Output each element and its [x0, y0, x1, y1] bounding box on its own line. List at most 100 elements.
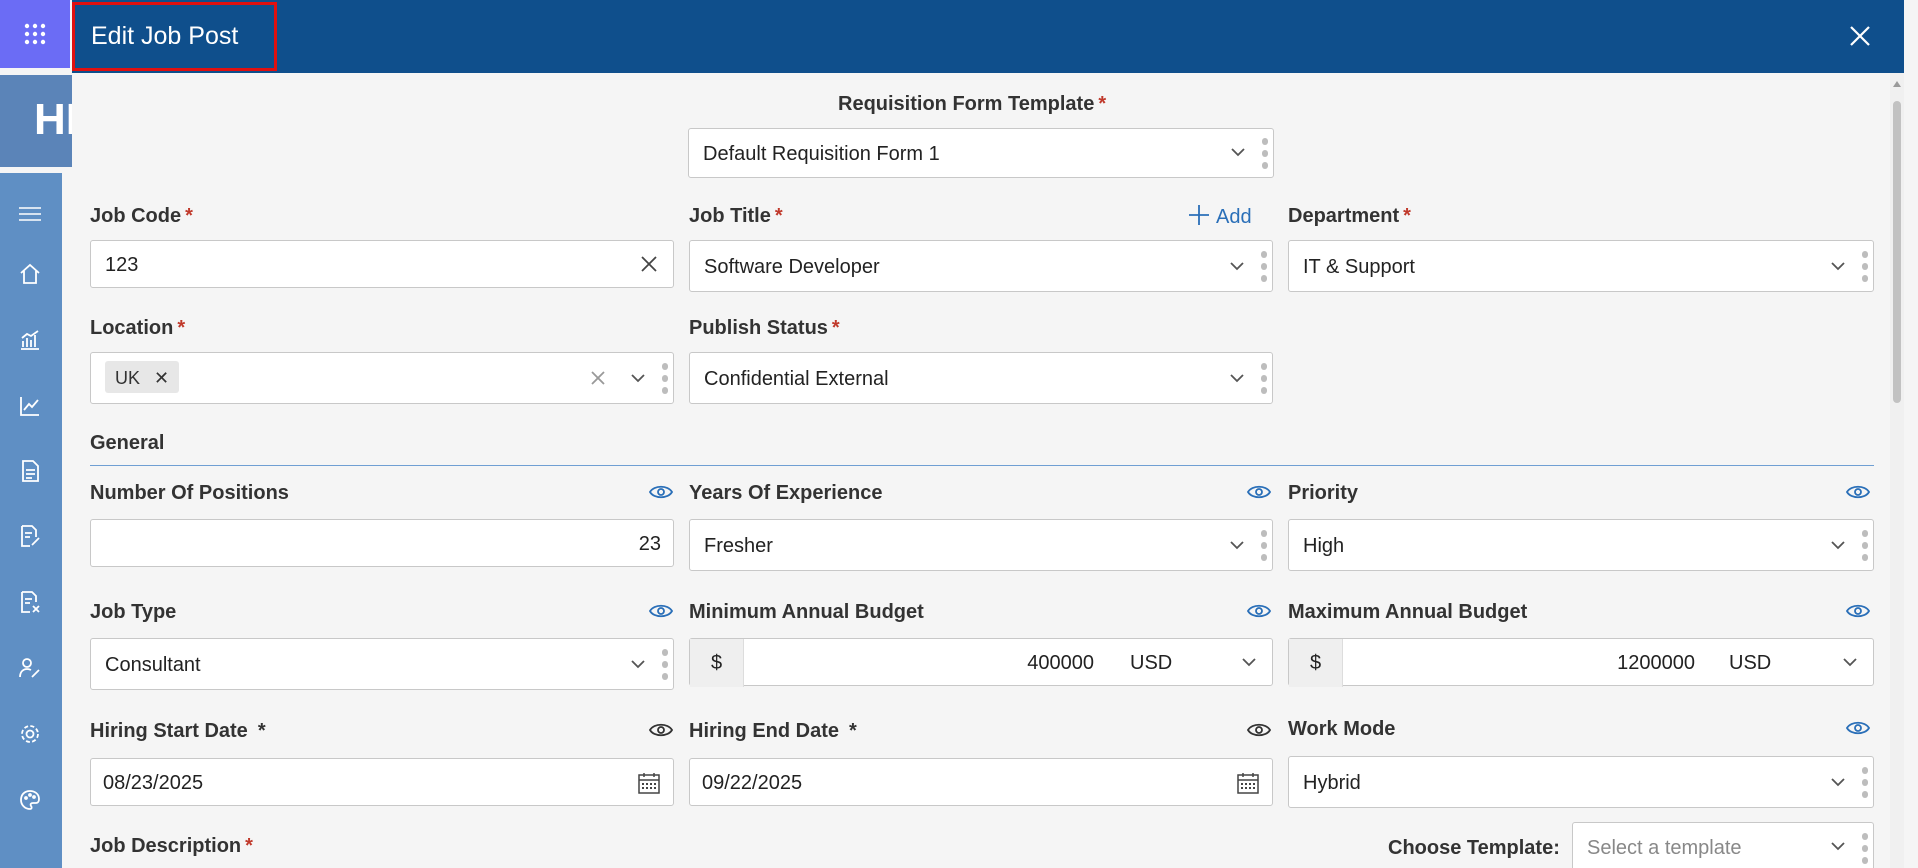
menu-icon[interactable] [17, 201, 43, 227]
document-edit-icon[interactable] [17, 523, 43, 549]
chevron-down-icon [1230, 541, 1244, 550]
eye-icon[interactable] [649, 603, 673, 619]
hiring-end-date-input[interactable]: 09/22/2025 [689, 758, 1273, 806]
close-icon [1850, 26, 1870, 46]
location-multiselect[interactable]: UK ✕ [90, 352, 674, 404]
work-mode-value: Hybrid [1303, 772, 1361, 794]
publish-status-select[interactable]: Confidential External [689, 352, 1273, 404]
number-of-positions-value: 23 [638, 533, 661, 555]
select-scrollbar[interactable] [1259, 359, 1269, 397]
requisition-template-label: Requisition Form Template * [838, 93, 1107, 115]
scroll-up-arrow-icon[interactable] [1893, 81, 1901, 87]
scrollbar-thumb[interactable] [1893, 101, 1901, 403]
priority-select[interactable]: High [1288, 519, 1874, 571]
chevron-down-icon[interactable] [1841, 653, 1859, 671]
close-button[interactable] [1846, 22, 1874, 50]
max-budget-value[interactable]: 1200000 [1617, 652, 1695, 675]
min-budget-currency[interactable]: USD [1130, 652, 1172, 675]
eye-icon[interactable] [1247, 603, 1271, 619]
select-scrollbar[interactable] [1260, 135, 1270, 173]
palette-icon[interactable] [17, 787, 43, 813]
select-scrollbar[interactable] [660, 645, 670, 683]
chevron-down-icon [631, 374, 645, 383]
location-label: Location * [90, 317, 186, 339]
panel-title: Edit Job Post [72, 2, 277, 71]
eye-icon[interactable] [1846, 720, 1870, 736]
hiring-start-value: 08/23/2025 [103, 772, 204, 794]
job-type-select[interactable]: Consultant [90, 638, 674, 690]
panel-header: Edit Job Post [72, 0, 1904, 73]
max-budget-label: Maximum Annual Budget [1288, 601, 1528, 623]
job-title-select[interactable]: Software Developer [689, 240, 1273, 292]
eye-icon[interactable] [1846, 484, 1870, 500]
calendar-icon[interactable] [637, 771, 661, 795]
select-scrollbar[interactable] [1860, 526, 1870, 564]
job-code-input[interactable]: 123 [90, 240, 674, 288]
min-budget-input[interactable]: $ 400000 USD [689, 638, 1273, 687]
hiring-end-label: Hiring End Date * [689, 720, 857, 742]
max-budget-input[interactable]: $ 1200000 USD [1288, 638, 1874, 687]
clear-all-icon[interactable] [589, 369, 607, 387]
choose-template-placeholder: Select a template [1587, 837, 1742, 859]
grid-icon [24, 23, 46, 45]
min-budget-value[interactable]: 400000 [1027, 652, 1094, 675]
app-launcher-button[interactable] [0, 0, 70, 68]
select-scrollbar[interactable] [1259, 247, 1269, 285]
document-icon[interactable] [17, 458, 43, 484]
department-value: IT & Support [1303, 256, 1415, 278]
job-title-label: Job Title * [689, 205, 783, 227]
add-job-title-link[interactable]: Add [1188, 204, 1252, 229]
gear-icon[interactable] [17, 721, 43, 747]
form-content: Requisition Form Template * Default Requi… [72, 73, 1890, 868]
remove-tag-icon[interactable]: ✕ [154, 368, 169, 388]
requisition-template-select[interactable]: Default Requisition Form 1 [688, 128, 1274, 178]
publish-status-label: Publish Status * [689, 317, 840, 339]
chevron-down-icon [1230, 374, 1244, 383]
select-scrollbar[interactable] [1860, 829, 1870, 867]
priority-label: Priority [1288, 482, 1359, 504]
chevron-down-icon[interactable] [1240, 653, 1258, 671]
eye-icon[interactable] [1846, 603, 1870, 619]
job-code-label: Job Code * [90, 205, 193, 227]
chevron-down-icon [1831, 262, 1845, 271]
department-label: Department * [1288, 205, 1411, 227]
eye-icon[interactable] [1247, 722, 1271, 738]
select-scrollbar[interactable] [1860, 763, 1870, 801]
eye-icon[interactable] [1247, 484, 1271, 500]
select-scrollbar[interactable] [660, 359, 670, 397]
years-of-experience-select[interactable]: Fresher [689, 519, 1273, 571]
currency-prefix: $ [1289, 639, 1343, 687]
number-of-positions-input[interactable]: 23 [90, 519, 674, 567]
section-divider [90, 465, 1874, 466]
plus-icon [1189, 205, 1209, 225]
line-chart-icon[interactable] [17, 393, 43, 419]
chevron-down-icon [1831, 541, 1845, 550]
work-mode-label: Work Mode [1288, 718, 1396, 740]
app-header: HI [0, 75, 72, 167]
calendar-icon[interactable] [1236, 771, 1260, 795]
eye-icon[interactable] [649, 722, 673, 738]
home-icon[interactable] [17, 261, 43, 287]
user-edit-icon[interactable] [17, 655, 43, 681]
select-scrollbar[interactable] [1259, 526, 1269, 564]
hiring-end-value: 09/22/2025 [702, 772, 803, 794]
chevron-down-icon [1230, 262, 1244, 271]
location-tag: UK ✕ [105, 361, 180, 393]
publish-status-value: Confidential External [704, 368, 889, 390]
max-budget-currency[interactable]: USD [1729, 652, 1771, 675]
analytics-icon[interactable] [17, 327, 43, 353]
eye-icon[interactable] [649, 484, 673, 500]
work-mode-select[interactable]: Hybrid [1288, 756, 1874, 808]
select-scrollbar[interactable] [1860, 247, 1870, 285]
department-select[interactable]: IT & Support [1288, 240, 1874, 292]
chevron-down-icon [1831, 778, 1845, 787]
currency-prefix: $ [690, 639, 744, 687]
years-of-experience-value: Fresher [704, 535, 773, 557]
clear-icon[interactable] [639, 254, 659, 274]
number-of-positions-label: Number Of Positions [90, 482, 289, 504]
hiring-start-date-input[interactable]: 08/23/2025 [90, 758, 674, 806]
location-tag-label: UK [115, 368, 141, 388]
panel-scrollbar[interactable] [1890, 73, 1904, 868]
document-remove-icon[interactable] [17, 589, 43, 615]
choose-template-select[interactable]: Select a template [1572, 822, 1874, 868]
